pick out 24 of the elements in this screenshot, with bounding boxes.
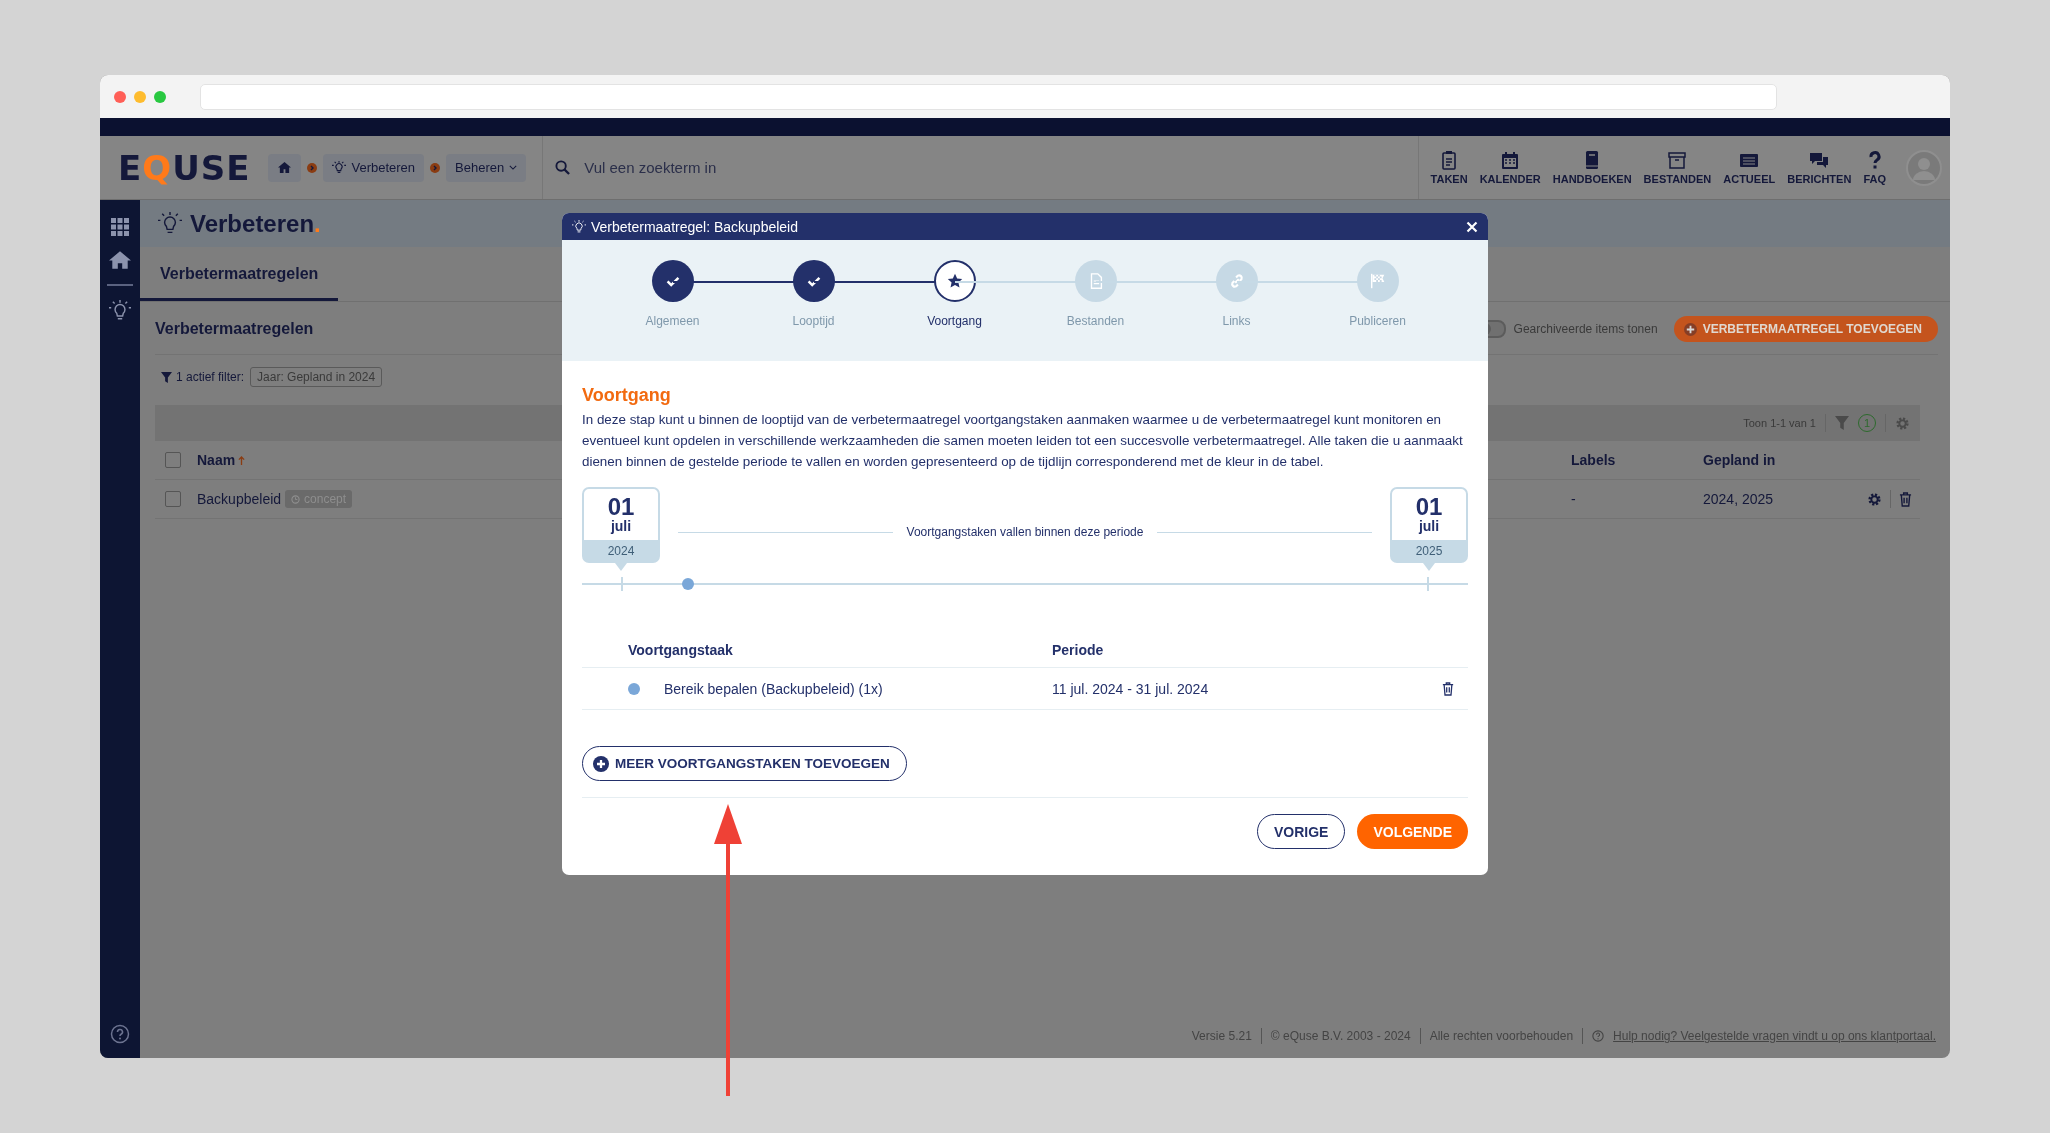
- filter-label: 1 actief filter:: [176, 370, 245, 384]
- table-cell: Backupbeleid: [197, 491, 282, 507]
- task-period: 11 jul. 2024 - 31 jul. 2024: [1052, 680, 1210, 697]
- step-label: Publiceren: [1349, 314, 1406, 328]
- toggle-label: Gearchiveerde items tonen: [1513, 322, 1658, 336]
- step-description: In deze stap kunt u binnen de looptijd van de verbetermaatregel voortgangstaken aanmaken waarmee u de verbetermaatregel kunt monitoren en eventueel kunt opdelen in verschillende werkzaamheden die samen moeten leiden tot een succesvolle verbetermaatregel. Alle taken die u aanmaakt dienen binnen de gestelde periode te vallen en worden gepresenteerd op de tijdlijn corresponderend met de kleur in de tabel.: [582, 411, 1464, 471]
- step-label: Links: [1222, 314, 1251, 328]
- section-title: Verbetermaatregelen: [155, 320, 314, 338]
- table-cell-text: 2024, 2025: [1703, 491, 1775, 507]
- step-heading: Voortgang: [582, 385, 672, 406]
- table-cell-text: -: [1571, 491, 1577, 507]
- dialog-title: Verbetermaatregel: Backupbeleid: [591, 218, 799, 235]
- step-label: Voortgang: [927, 314, 982, 328]
- page-title: Verbeteren.: [190, 209, 321, 238]
- task-name: Bereik bepalen (Backupbeleid) (1x): [664, 680, 883, 697]
- column-header: Periode: [1052, 642, 1105, 658]
- step-label: Bestanden: [1066, 314, 1125, 328]
- column-header: Voortgangstaak: [627, 642, 734, 658]
- timeline-caption: Voortgangstaken vallen binnen deze periode: [906, 525, 1144, 539]
- version-text: Versie 5.21: [1191, 1029, 1252, 1043]
- copyright-text: © eQuse B.V. 2003 - 2024: [1270, 1029, 1411, 1043]
- step-label: Algemeen: [645, 314, 700, 328]
- step-label: Looptijd: [792, 314, 835, 328]
- rights-text: Alle rechten voorbehouden: [1429, 1029, 1574, 1043]
